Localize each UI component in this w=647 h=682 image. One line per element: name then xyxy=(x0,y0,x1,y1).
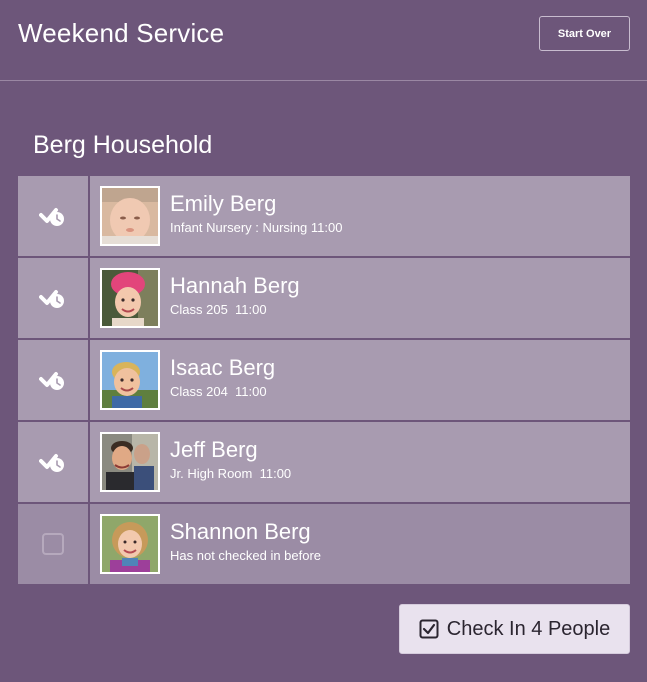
person-name: Shannon Berg xyxy=(170,519,311,544)
checkmark-clock-icon xyxy=(39,208,64,226)
person-name: Isaac Berg xyxy=(170,355,276,380)
person-row[interactable]: Hannah Berg Class 205 11:00 xyxy=(18,258,630,338)
person-row[interactable]: Jeff Berg Jr. High Room 11:00 xyxy=(18,422,630,502)
checked-box-icon xyxy=(419,619,439,639)
checkin-toggle[interactable] xyxy=(18,504,90,584)
avatar xyxy=(100,268,160,328)
checkin-toggle[interactable] xyxy=(18,176,90,256)
checkin-toggle[interactable] xyxy=(18,258,90,338)
person-detail: Class 205 11:00 xyxy=(170,302,267,317)
avatar xyxy=(100,350,160,410)
person-info: Isaac Berg Class 204 11:00 xyxy=(90,340,630,420)
start-over-button[interactable]: Start Over xyxy=(539,16,630,51)
person-row[interactable]: Isaac Berg Class 204 11:00 xyxy=(18,340,630,420)
person-info: Jeff Berg Jr. High Room 11:00 xyxy=(90,422,630,502)
person-detail: Class 204 11:00 xyxy=(170,384,267,399)
check-in-label: Check In 4 People xyxy=(446,617,611,640)
person-name: Jeff Berg xyxy=(170,437,258,462)
empty-checkbox-icon[interactable] xyxy=(42,533,64,555)
avatar xyxy=(100,186,160,246)
person-info: Hannah Berg Class 205 11:00 xyxy=(90,258,630,338)
checkmark-clock-icon xyxy=(39,372,64,390)
checkin-toggle[interactable] xyxy=(18,422,90,502)
checkmark-clock-icon xyxy=(39,290,64,308)
checkin-toggle[interactable] xyxy=(18,340,90,420)
service-title: Weekend Service xyxy=(18,18,225,48)
person-detail: Has not checked in before xyxy=(170,548,322,563)
person-detail: Infant Nursery : Nursing 11:00 xyxy=(170,220,343,235)
checkmark-clock-icon xyxy=(39,454,64,472)
avatar xyxy=(100,514,160,574)
person-name: Hannah Berg xyxy=(170,273,300,298)
avatar xyxy=(100,432,160,492)
check-in-button[interactable]: Check In 4 People xyxy=(399,604,630,654)
app-header: Weekend Service Start Over xyxy=(0,0,647,81)
person-info: Emily Berg Infant Nursery : Nursing 11:0… xyxy=(90,176,630,256)
person-row[interactable]: Shannon Berg Has not checked in before xyxy=(18,504,630,584)
person-info: Shannon Berg Has not checked in before xyxy=(90,504,630,584)
people-list: Emily Berg Infant Nursery : Nursing 11:0… xyxy=(18,176,630,584)
person-detail: Jr. High Room 11:00 xyxy=(170,466,292,481)
household-title: Berg Household xyxy=(33,131,213,159)
person-row[interactable]: Emily Berg Infant Nursery : Nursing 11:0… xyxy=(18,176,630,256)
person-name: Emily Berg xyxy=(170,191,277,216)
